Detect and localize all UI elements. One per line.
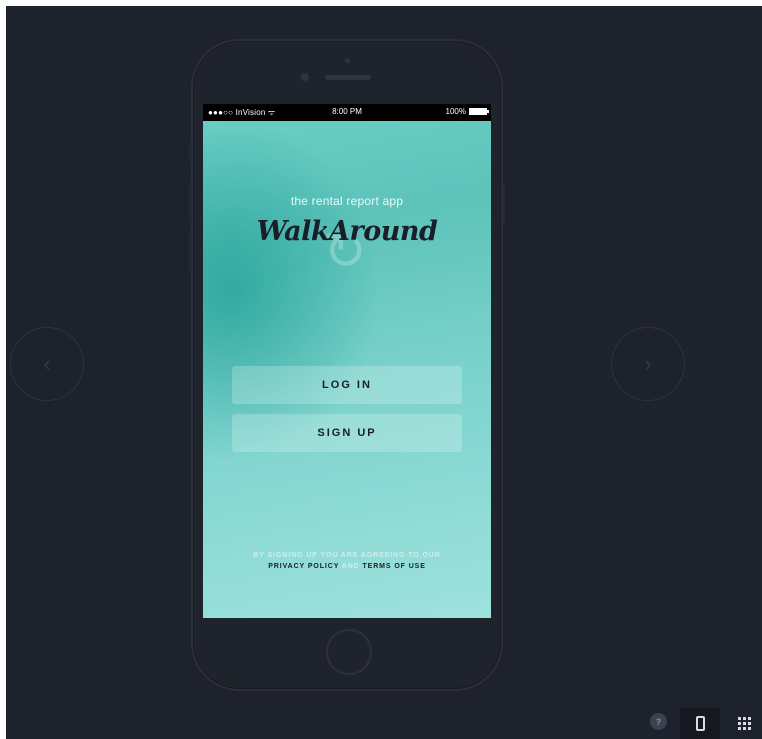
phone-outline-icon (695, 716, 705, 731)
app-logo: WalkAround (256, 216, 438, 247)
app-screen: ●●●○○ InVision ᯤ 8:00 PM 100% the rental… (203, 104, 491, 618)
terms-of-use-link[interactable]: TERMS OF USE (362, 563, 425, 570)
chevron-left-icon: ‹ (43, 351, 51, 376)
login-button[interactable]: LOG IN (232, 366, 462, 404)
bottom-toolbar: ? (650, 708, 762, 739)
screens-grid-button[interactable] (726, 708, 762, 739)
volume-down-button (189, 231, 192, 271)
status-bar: ●●●○○ InVision ᯤ 8:00 PM 100% (203, 104, 491, 121)
legal-notice: BY SIGNING UP YOU ARE AGREEING TO OUR PR… (203, 550, 491, 572)
next-screen-button[interactable]: › (611, 327, 685, 401)
power-button (502, 181, 505, 225)
battery-percent: 100% (445, 107, 466, 116)
legal-and: AND (341, 563, 360, 570)
help-button[interactable]: ? (650, 713, 667, 730)
home-button (326, 629, 372, 675)
volume-up-button (189, 181, 192, 221)
prototype-stage: ‹ › ●●●○○ InVision ᯤ 8:00 PM 100% the re… (6, 6, 762, 739)
earpiece-speaker (325, 75, 371, 80)
chevron-right-icon: › (644, 351, 652, 376)
app-tagline: the rental report app (290, 194, 404, 208)
front-camera (301, 73, 309, 81)
legal-text: BY SIGNING UP YOU ARE AGREEING TO OUR (253, 552, 441, 559)
mute-switch (189, 141, 192, 163)
battery-status: 100% (445, 107, 489, 116)
help-icon: ? (655, 716, 662, 727)
battery-icon (469, 108, 489, 115)
privacy-policy-link[interactable]: PRIVACY POLICY (268, 563, 339, 570)
device-view-button[interactable] (680, 708, 720, 739)
previous-screen-button[interactable]: ‹ (10, 327, 84, 401)
phone-frame: ●●●○○ InVision ᯤ 8:00 PM 100% the rental… (189, 39, 505, 691)
signup-button[interactable]: SIGN UP (232, 414, 462, 452)
proximity-sensor (345, 58, 350, 63)
grid-icon (737, 717, 751, 730)
